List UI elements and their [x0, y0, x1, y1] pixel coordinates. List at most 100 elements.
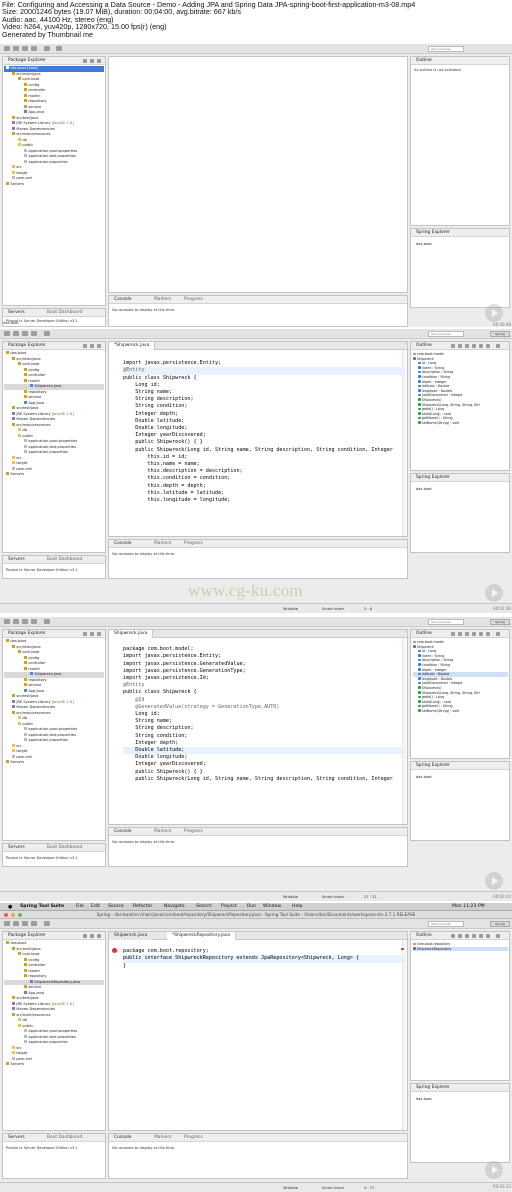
java-editor[interactable]: *Shipwreck.java import javax.persistence…	[108, 341, 408, 537]
spring-explorer-tab[interactable]: Spring Explorer	[416, 1085, 450, 1091]
servers-tab[interactable]: Servers	[8, 845, 25, 851]
hide-static-icon[interactable]	[465, 632, 469, 636]
console-tab[interactable]: Console	[114, 1135, 131, 1141]
code-area[interactable]: package com.boot.repository; public inter…	[123, 941, 405, 984]
progress-tab[interactable]: Progress	[184, 829, 203, 835]
quick-access-input[interactable]: Quick Access	[428, 921, 464, 927]
package-explorer-tab[interactable]: Package Explorer	[8, 631, 46, 637]
app-menu[interactable]: Spring Tool Suite	[20, 903, 64, 911]
menu-icon[interactable]	[97, 344, 101, 348]
new-icon[interactable]	[4, 921, 10, 926]
collapse-icon[interactable]	[83, 934, 87, 938]
markers-tab[interactable]: Markers	[154, 829, 171, 835]
outline-tab[interactable]: Outline	[416, 631, 432, 637]
sort-icon[interactable]	[451, 632, 455, 636]
boot-dashboard-tab[interactable]: Boot Dashboard	[47, 1135, 82, 1141]
quick-access-input[interactable]: Quick Access	[428, 619, 464, 625]
outline-tab[interactable]: Outline	[416, 58, 432, 64]
boot-dashboard-tab[interactable]: Boot Dashboard	[47, 845, 82, 851]
menu-icon[interactable]	[97, 59, 101, 63]
run-icon[interactable]	[31, 921, 37, 926]
java-editor[interactable]: Shipwreck.java package com.boot.model; im…	[108, 629, 408, 825]
package-explorer-tab[interactable]: Package Explorer	[8, 58, 46, 64]
new-icon[interactable]	[4, 331, 10, 336]
debug-icon[interactable]	[22, 331, 28, 336]
progress-tab[interactable]: Progress	[184, 297, 203, 303]
menu-refactor[interactable]: Refactor	[133, 903, 152, 911]
minimize-icon[interactable]	[11, 913, 15, 917]
link-editor-icon[interactable]	[486, 632, 490, 636]
progress-tab[interactable]: Progress	[184, 1135, 203, 1141]
hide-nonpublic-icon[interactable]	[472, 632, 476, 636]
code-area[interactable]: import javax.persistence.Entity; @Entity p…	[123, 353, 405, 519]
tree-item[interactable]: Servers	[4, 1062, 104, 1068]
quick-access-input[interactable]: Quick Access	[428, 46, 464, 52]
hide-static-icon[interactable]	[465, 934, 469, 938]
menu-file[interactable]: File	[76, 903, 84, 911]
zoom-icon[interactable]	[18, 913, 22, 917]
editor-tab-shipwreck[interactable]: *Shipwreck.java	[109, 342, 156, 350]
sort-icon[interactable]	[451, 934, 455, 938]
back-icon[interactable]	[56, 46, 62, 51]
menu-run[interactable]: Run	[247, 903, 256, 911]
spring-boot-project[interactable]: das-boot	[416, 1097, 432, 1101]
progress-tab[interactable]: Progress	[184, 541, 203, 547]
spring-perspective-button[interactable]: Spring	[490, 921, 510, 927]
spring-explorer-tab[interactable]: Spring Explorer	[416, 230, 450, 236]
link-editor-icon[interactable]	[486, 344, 490, 348]
menu-icon[interactable]	[97, 632, 101, 636]
collapse-icon[interactable]	[83, 344, 87, 348]
spring-explorer-tab[interactable]: Spring Explorer	[416, 763, 450, 769]
hide-fields-icon[interactable]	[458, 632, 462, 636]
menu-search[interactable]: Search	[196, 903, 212, 911]
spring-perspective-button[interactable]: Spring	[490, 331, 510, 337]
debug-icon[interactable]	[22, 619, 28, 624]
console-tab[interactable]: Console	[114, 541, 131, 547]
hide-nonpublic-icon[interactable]	[472, 344, 476, 348]
outline-item[interactable]: setName(String) : void	[413, 421, 508, 426]
server-item[interactable]: Pivotal tc Server Developer Edition v3.1	[6, 1146, 78, 1150]
sort-icon[interactable]	[451, 344, 455, 348]
spring-explorer-tab[interactable]: Spring Explorer	[416, 475, 450, 481]
hide-fields-icon[interactable]	[458, 344, 462, 348]
menu-navigate[interactable]: Navigate	[164, 903, 185, 911]
spring-perspective-button[interactable]: Spring	[490, 619, 510, 625]
menu-window[interactable]: Window	[263, 903, 281, 911]
new-icon[interactable]	[4, 46, 10, 51]
link-icon[interactable]	[90, 344, 94, 348]
debug-icon[interactable]	[22, 921, 28, 926]
console-tab[interactable]: Console	[114, 829, 131, 835]
menu-icon[interactable]	[496, 632, 500, 636]
outline-tab[interactable]: Outline	[416, 933, 432, 939]
editor-tab-repository[interactable]: *ShipwreckRepository.java	[167, 932, 237, 940]
tree-item[interactable]: Servers	[4, 760, 104, 766]
outline-item[interactable]: ShipwreckRepository	[413, 946, 508, 952]
outline-item[interactable]: setName(String) : void	[413, 709, 508, 714]
hide-local-types-icon[interactable]	[479, 344, 483, 348]
editor-tab-shipwreck[interactable]: Shipwreck.java	[109, 630, 154, 638]
search-icon[interactable]	[44, 921, 50, 926]
markers-tab[interactable]: Markers	[154, 297, 171, 303]
markers-tab[interactable]: Markers	[154, 1135, 171, 1141]
hide-fields-icon[interactable]	[458, 934, 462, 938]
save-icon[interactable]	[13, 331, 19, 336]
link-editor-icon[interactable]	[486, 934, 490, 938]
code-area[interactable]: package com.boot.model; import javax.pers…	[123, 639, 405, 797]
collapse-icon[interactable]	[83, 59, 87, 63]
quick-access-input[interactable]: Quick Access	[428, 331, 464, 337]
hide-local-types-icon[interactable]	[479, 934, 483, 938]
java-editor[interactable]: Shipwreck.java *ShipwreckRepository.java…	[108, 931, 408, 1131]
new-icon[interactable]	[4, 619, 10, 624]
boot-dashboard-tab[interactable]: Boot Dashboard	[47, 310, 82, 316]
menu-edit[interactable]: Edit	[91, 903, 100, 911]
spring-boot-project[interactable]: das-boot	[416, 775, 432, 779]
hide-nonpublic-icon[interactable]	[472, 934, 476, 938]
error-icon[interactable]	[112, 948, 117, 953]
link-icon[interactable]	[90, 59, 94, 63]
markers-tab[interactable]: Markers	[154, 541, 171, 547]
menu-help[interactable]: Help	[292, 903, 302, 911]
menu-icon[interactable]	[496, 344, 500, 348]
servers-tab[interactable]: Servers	[8, 1135, 25, 1141]
run-icon[interactable]	[31, 46, 37, 51]
menu-source[interactable]: Source	[108, 903, 124, 911]
